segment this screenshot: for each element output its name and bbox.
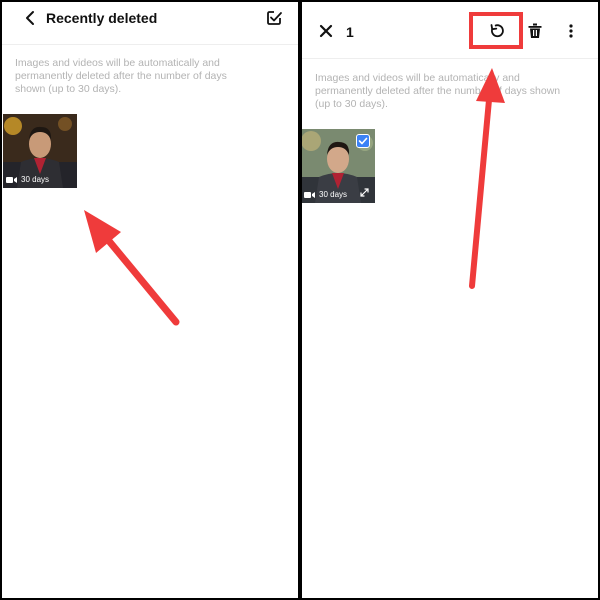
expand-icon[interactable] (360, 188, 369, 197)
duration-label: 30 days (319, 190, 348, 199)
video-camera-icon (304, 192, 315, 198)
right-screen: 1 Images and videos will be automaticall… (302, 2, 598, 598)
info-text: Images and videos will be automatically … (15, 57, 227, 95)
selection-bar: 1 (302, 2, 598, 59)
select-all-icon[interactable] (265, 9, 283, 27)
left-screen: Recently deleted Images and videos will … (2, 2, 298, 598)
video-thumbnail[interactable]: 30 days (3, 114, 77, 188)
top-bar: Recently deleted (2, 2, 298, 45)
checkbox-checked-icon[interactable] (356, 134, 370, 148)
video-camera-icon (6, 177, 17, 183)
page-title: Recently deleted (46, 10, 158, 26)
delete-icon[interactable] (528, 23, 542, 39)
back-icon[interactable] (20, 8, 40, 28)
duration-label: 30 days (21, 175, 50, 184)
info-text: Images and videos will be automatically … (315, 72, 561, 110)
restore-icon[interactable] (489, 23, 505, 39)
video-thumbnail-selected[interactable]: 30 days (302, 129, 375, 203)
close-icon[interactable] (318, 23, 334, 39)
more-vert-icon[interactable] (568, 24, 574, 38)
selected-count: 1 (346, 24, 354, 40)
